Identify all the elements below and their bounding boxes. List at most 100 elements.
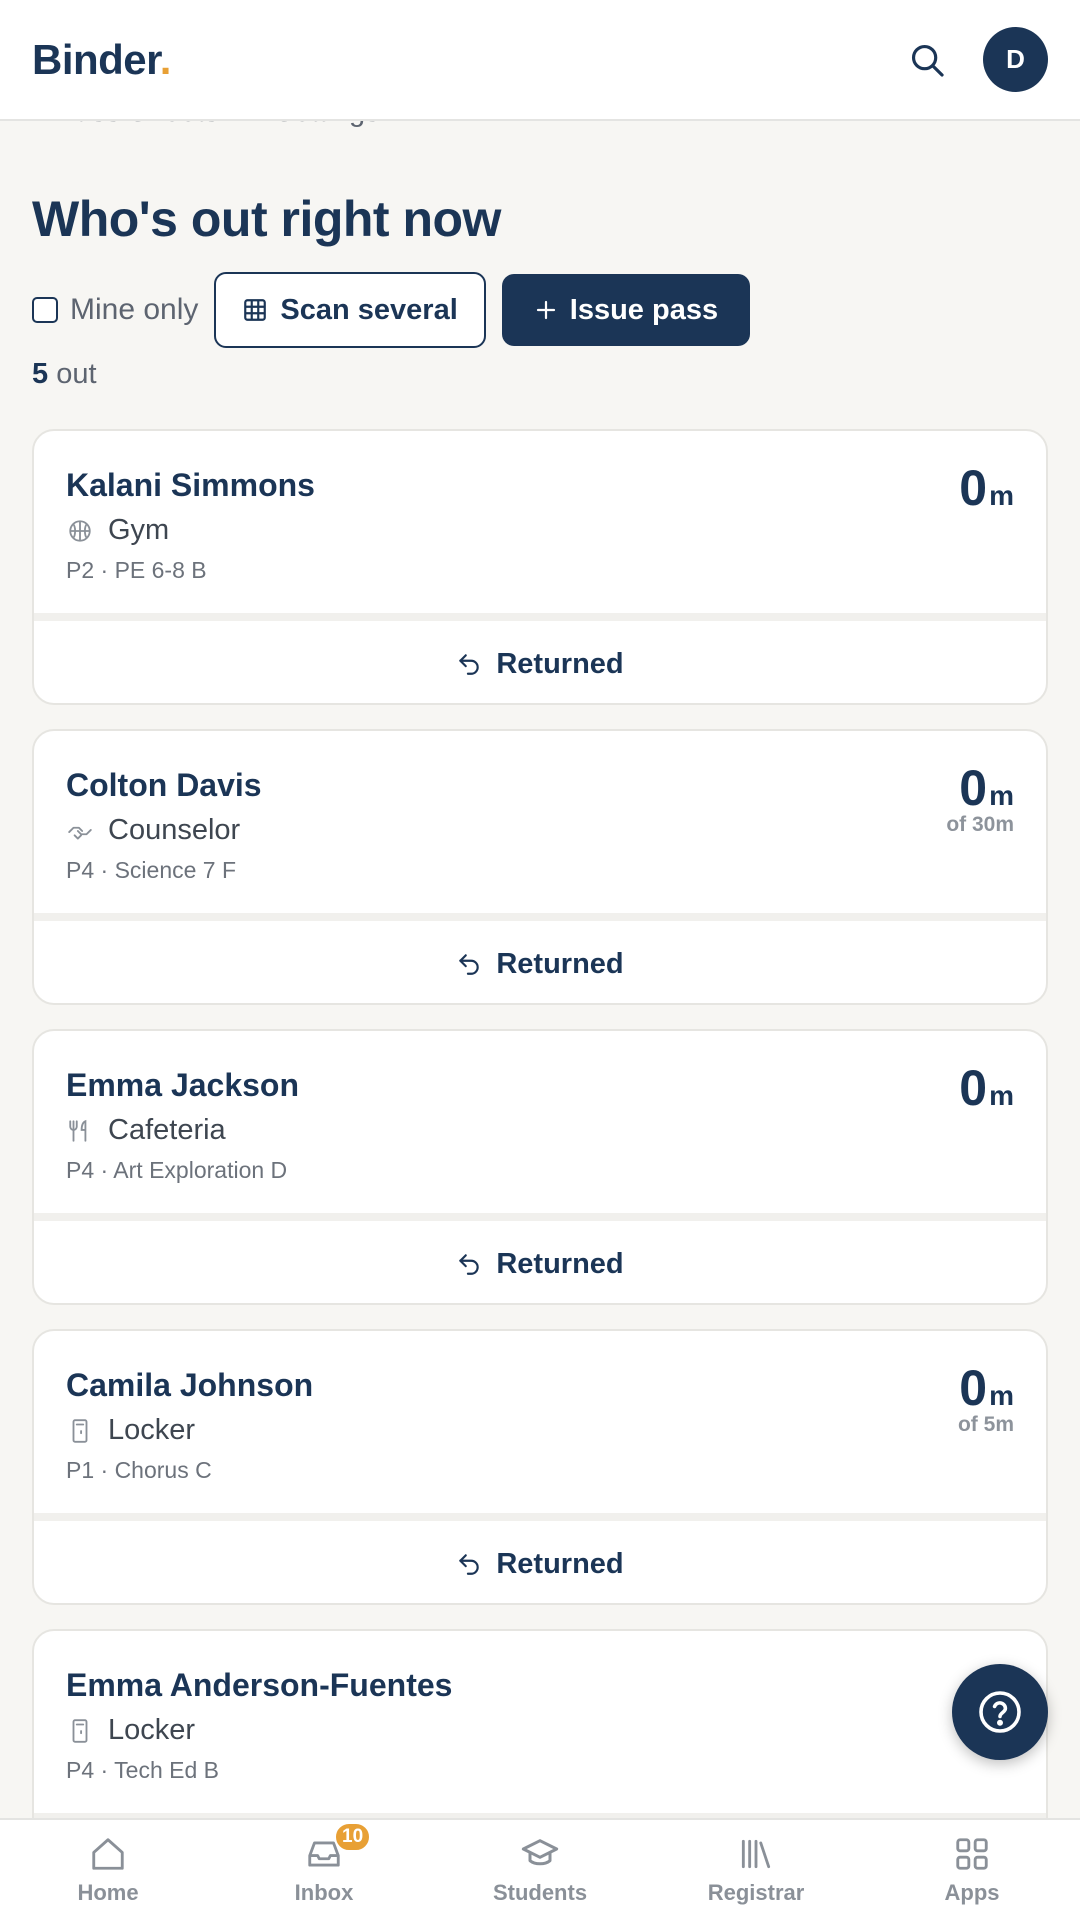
pass-card-body[interactable]: Camila Johnson Locker P1 · Chorus C 0m o… bbox=[34, 1331, 1046, 1513]
locker-icon bbox=[66, 1417, 94, 1445]
out-count-value: 5 bbox=[32, 358, 49, 390]
issue-pass-button[interactable]: Issue pass bbox=[501, 274, 751, 346]
nav-students-label: Students bbox=[492, 1880, 588, 1905]
mine-only-label: Mine only bbox=[70, 293, 199, 326]
search-icon bbox=[911, 44, 944, 77]
main-content: Who's out right now Mine only Scan sever… bbox=[32, 190, 1048, 1905]
elapsed-value: 0 bbox=[959, 460, 988, 516]
app-root: Binder. D Pass Sheets Settings Who's out… bbox=[0, 0, 1080, 1920]
nav-inbox-label: Inbox bbox=[294, 1880, 354, 1905]
undo-icon bbox=[459, 1254, 480, 1275]
page-title: Who's out right now bbox=[32, 191, 501, 247]
returned-label: Returned bbox=[496, 947, 624, 980]
handshake-icon bbox=[66, 817, 94, 845]
user-avatar[interactable]: D bbox=[983, 27, 1048, 92]
returned-label: Returned bbox=[496, 647, 624, 680]
undo-icon bbox=[459, 654, 480, 675]
nav-home[interactable]: Home bbox=[0, 1834, 216, 1906]
pass-card: Colton Davis Counselor P4 · Science 7 F … bbox=[32, 729, 1048, 1005]
card-divider bbox=[34, 613, 1046, 621]
pass-card-body[interactable]: Emma Jackson Cafeteria P4 · Art Explorat… bbox=[34, 1031, 1046, 1213]
card-divider bbox=[34, 1513, 1046, 1521]
help-icon bbox=[979, 1691, 1021, 1733]
destination-label: Locker bbox=[108, 1714, 196, 1746]
logo-text: Binder bbox=[32, 35, 160, 83]
elapsed-value: 0 bbox=[959, 1060, 988, 1116]
returned-label: Returned bbox=[496, 1547, 624, 1580]
student-name: Colton Davis bbox=[66, 767, 262, 803]
card-divider bbox=[34, 913, 1046, 921]
period-class: P4 · Art Exploration D bbox=[66, 1157, 288, 1183]
returned-button[interactable]: Returned bbox=[34, 1221, 1046, 1303]
nav-registrar-label: Registrar bbox=[707, 1880, 805, 1905]
undo-icon bbox=[459, 1554, 480, 1575]
elapsed-time: 0m of 5m bbox=[958, 1359, 1014, 1437]
student-name: Emma Anderson-Fuentes bbox=[66, 1667, 453, 1703]
out-count: 5 out bbox=[32, 358, 97, 391]
period-class: P2 · PE 6-8 B bbox=[66, 557, 207, 583]
returned-button[interactable]: Returned bbox=[34, 621, 1046, 703]
returned-label: Returned bbox=[496, 1247, 624, 1280]
mine-only-toggle[interactable]: Mine only bbox=[32, 293, 198, 327]
returned-button[interactable]: Returned bbox=[34, 921, 1046, 1003]
utensils-icon bbox=[66, 1117, 94, 1145]
issue-pass-label: Issue pass bbox=[569, 293, 719, 326]
pass-card: Emma Jackson Cafeteria P4 · Art Explorat… bbox=[32, 1029, 1048, 1305]
elapsed-time: 0m bbox=[959, 459, 1014, 517]
destination-label: Cafeteria bbox=[108, 1114, 226, 1146]
inbox-badge: 10 bbox=[334, 1822, 372, 1852]
period-class: P1 · Chorus C bbox=[66, 1457, 212, 1483]
search-button[interactable] bbox=[903, 36, 951, 84]
destination-label: Gym bbox=[108, 514, 170, 546]
nav-home-label: Home bbox=[77, 1880, 139, 1905]
pass-destination: Gym bbox=[66, 514, 1014, 547]
student-name: Camila Johnson bbox=[66, 1367, 314, 1403]
header-actions: D bbox=[903, 27, 1048, 92]
elapsed-time: 0m bbox=[959, 1059, 1014, 1117]
pass-destination: Counselor bbox=[66, 814, 1014, 847]
pass-card-body[interactable]: Emma Anderson-Fuentes Locker P4 · Tech E… bbox=[34, 1631, 1046, 1813]
nav-registrar[interactable]: Registrar bbox=[648, 1834, 864, 1906]
out-count-suffix: out bbox=[56, 358, 97, 390]
plus-icon bbox=[536, 300, 555, 320]
undo-icon bbox=[459, 954, 480, 975]
elapsed-unit: m bbox=[989, 1080, 1014, 1111]
scan-several-label: Scan several bbox=[280, 293, 458, 326]
student-name: Kalani Simmons bbox=[66, 467, 315, 503]
destination-label: Locker bbox=[108, 1414, 196, 1446]
pass-toolbar: Mine only Scan several Issue pass bbox=[32, 272, 751, 348]
scan-several-button[interactable]: Scan several bbox=[214, 272, 486, 348]
pass-card-body[interactable]: Kalani Simmons Gym P2 · PE 6-8 B 0m bbox=[34, 431, 1046, 613]
home-icon bbox=[88, 1834, 128, 1874]
locker-icon bbox=[66, 1717, 94, 1745]
time-limit: of 30m bbox=[946, 813, 1014, 836]
pass-card-body[interactable]: Colton Davis Counselor P4 · Science 7 F … bbox=[34, 731, 1046, 913]
period-class: P4 · Science 7 F bbox=[66, 857, 237, 883]
student-name: Emma Jackson bbox=[66, 1067, 300, 1103]
logo-dot: . bbox=[159, 35, 172, 83]
elapsed-unit: m bbox=[989, 480, 1014, 511]
nav-apps-label: Apps bbox=[944, 1880, 1000, 1905]
elapsed-value: 0 bbox=[959, 1360, 988, 1416]
graduation-cap-icon bbox=[520, 1834, 560, 1874]
elapsed-value: 0 bbox=[959, 760, 988, 816]
mine-only-checkbox[interactable] bbox=[32, 297, 58, 323]
nav-inbox[interactable]: 10 Inbox bbox=[216, 1822, 432, 1906]
pass-card: Camila Johnson Locker P1 · Chorus C 0m o… bbox=[32, 1329, 1048, 1605]
help-button[interactable] bbox=[952, 1664, 1048, 1760]
destination-label: Counselor bbox=[108, 814, 241, 846]
pass-destination: Locker bbox=[66, 1414, 1014, 1447]
returned-button[interactable]: Returned bbox=[34, 1521, 1046, 1603]
basketball-icon bbox=[66, 517, 94, 545]
avatar-initial: D bbox=[1006, 44, 1025, 74]
bottom-nav: Home 10 Inbox Students Registrar Apps bbox=[0, 1818, 1080, 1920]
nav-apps[interactable]: Apps bbox=[864, 1834, 1080, 1906]
grid-icon bbox=[244, 299, 267, 321]
nav-students[interactable]: Students bbox=[432, 1834, 648, 1906]
pass-destination: Cafeteria bbox=[66, 1114, 1014, 1147]
pass-list: Kalani Simmons Gym P2 · PE 6-8 B 0m Retu… bbox=[32, 429, 1048, 1920]
card-divider bbox=[34, 1213, 1046, 1221]
app-logo[interactable]: Binder. bbox=[32, 36, 171, 84]
apps-grid-icon bbox=[952, 1834, 992, 1874]
top-header: Binder. D bbox=[0, 0, 1080, 121]
